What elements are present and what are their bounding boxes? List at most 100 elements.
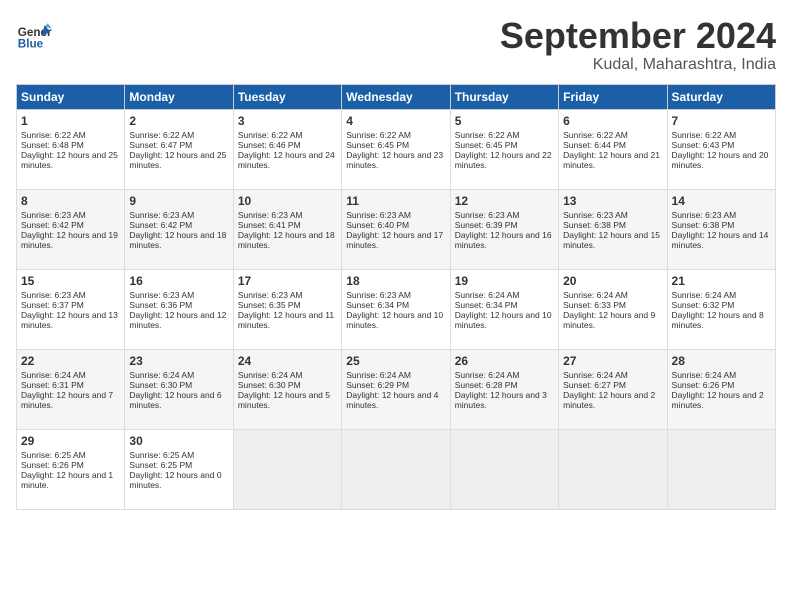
day-number: 27 (563, 354, 662, 368)
day-number: 21 (672, 274, 771, 288)
calendar-cell: 23Sunrise: 6:24 AMSunset: 6:30 PMDayligh… (125, 349, 233, 429)
sunset-text: Sunset: 6:30 PM (129, 380, 192, 390)
sunset-text: Sunset: 6:26 PM (21, 460, 84, 470)
sunset-text: Sunset: 6:44 PM (563, 140, 626, 150)
day-number: 10 (238, 194, 337, 208)
day-number: 4 (346, 114, 445, 128)
daylight-text: Daylight: 12 hours and 18 minutes. (129, 230, 226, 250)
sunset-text: Sunset: 6:36 PM (129, 300, 192, 310)
sunrise-text: Sunrise: 6:24 AM (455, 290, 520, 300)
daylight-text: Daylight: 12 hours and 5 minutes. (238, 390, 330, 410)
sunset-text: Sunset: 6:45 PM (455, 140, 518, 150)
sunrise-text: Sunrise: 6:22 AM (563, 130, 628, 140)
calendar-cell: 29Sunrise: 6:25 AMSunset: 6:26 PMDayligh… (17, 429, 125, 509)
daylight-text: Daylight: 12 hours and 25 minutes. (129, 150, 226, 170)
sunset-text: Sunset: 6:26 PM (672, 380, 735, 390)
col-sunday: Sunday (17, 84, 125, 109)
calendar-body: 1Sunrise: 6:22 AMSunset: 6:48 PMDaylight… (17, 109, 776, 509)
day-number: 5 (455, 114, 554, 128)
daylight-text: Daylight: 12 hours and 1 minute. (21, 470, 113, 490)
sunrise-text: Sunrise: 6:23 AM (129, 290, 194, 300)
calendar-cell: 13Sunrise: 6:23 AMSunset: 6:38 PMDayligh… (559, 189, 667, 269)
sunrise-text: Sunrise: 6:24 AM (455, 370, 520, 380)
calendar-cell (342, 429, 450, 509)
daylight-text: Daylight: 12 hours and 10 minutes. (455, 310, 552, 330)
calendar-cell: 4Sunrise: 6:22 AMSunset: 6:45 PMDaylight… (342, 109, 450, 189)
calendar-week-row: 22Sunrise: 6:24 AMSunset: 6:31 PMDayligh… (17, 349, 776, 429)
header-row: Sunday Monday Tuesday Wednesday Thursday… (17, 84, 776, 109)
sunset-text: Sunset: 6:37 PM (21, 300, 84, 310)
calendar-cell: 8Sunrise: 6:23 AMSunset: 6:42 PMDaylight… (17, 189, 125, 269)
calendar-cell: 1Sunrise: 6:22 AMSunset: 6:48 PMDaylight… (17, 109, 125, 189)
calendar-cell: 15Sunrise: 6:23 AMSunset: 6:37 PMDayligh… (17, 269, 125, 349)
sunset-text: Sunset: 6:34 PM (455, 300, 518, 310)
sunrise-text: Sunrise: 6:24 AM (672, 370, 737, 380)
calendar-cell: 12Sunrise: 6:23 AMSunset: 6:39 PMDayligh… (450, 189, 558, 269)
col-tuesday: Tuesday (233, 84, 341, 109)
daylight-text: Daylight: 12 hours and 2 minutes. (672, 390, 764, 410)
logo: General Blue (16, 16, 52, 52)
daylight-text: Daylight: 12 hours and 0 minutes. (129, 470, 221, 490)
calendar-cell: 28Sunrise: 6:24 AMSunset: 6:26 PMDayligh… (667, 349, 775, 429)
day-number: 9 (129, 194, 228, 208)
calendar-cell: 16Sunrise: 6:23 AMSunset: 6:36 PMDayligh… (125, 269, 233, 349)
header: General Blue September 2024 Kudal, Mahar… (16, 16, 776, 74)
daylight-text: Daylight: 12 hours and 4 minutes. (346, 390, 438, 410)
calendar-cell: 24 Sunrise: 6:24 AMSunset: 6:30 PMDayligh… (233, 349, 341, 429)
sunrise-text: Sunrise: 6:22 AM (129, 130, 194, 140)
sunrise-text: Sunrise: 6:23 AM (563, 210, 628, 220)
calendar-cell: 18Sunrise: 6:23 AMSunset: 6:34 PMDayligh… (342, 269, 450, 349)
day-number: 29 (21, 434, 120, 448)
calendar-cell: 27Sunrise: 6:24 AMSunset: 6:27 PMDayligh… (559, 349, 667, 429)
sunset-text: Sunset: 6:40 PM (346, 220, 409, 230)
sunrise-text: Sunrise: 6:22 AM (346, 130, 411, 140)
col-thursday: Thursday (450, 84, 558, 109)
day-number: 13 (563, 194, 662, 208)
day-number: 30 (129, 434, 228, 448)
calendar-cell: 7Sunrise: 6:22 AMSunset: 6:43 PMDaylight… (667, 109, 775, 189)
day-number: 19 (455, 274, 554, 288)
calendar-cell: 2Sunrise: 6:22 AMSunset: 6:47 PMDaylight… (125, 109, 233, 189)
day-number: 6 (563, 114, 662, 128)
sunset-text: Sunset: 6:39 PM (455, 220, 518, 230)
calendar-cell: 21Sunrise: 6:24 AMSunset: 6:32 PMDayligh… (667, 269, 775, 349)
sunrise-text: Sunrise: 6:23 AM (346, 210, 411, 220)
day-number: 18 (346, 274, 445, 288)
sunrise-text: Sunrise: 6:23 AM (672, 210, 737, 220)
sunrise-text: Sunrise: 6:24 AM (672, 290, 737, 300)
sunset-text: Sunset: 6:45 PM (346, 140, 409, 150)
calendar-cell: 19 Sunrise: 6:24 AMSunset: 6:34 PMDayligh… (450, 269, 558, 349)
page: General Blue September 2024 Kudal, Mahar… (0, 0, 792, 612)
day-number: 26 (455, 354, 554, 368)
day-number: 25 (346, 354, 445, 368)
calendar-cell: 26Sunrise: 6:24 AMSunset: 6:28 PMDayligh… (450, 349, 558, 429)
calendar-table: Sunday Monday Tuesday Wednesday Thursday… (16, 84, 776, 510)
calendar-cell: 6 Sunrise: 6:22 AMSunset: 6:44 PMDaylight… (559, 109, 667, 189)
daylight-text: Daylight: 12 hours and 3 minutes. (455, 390, 547, 410)
daylight-text: Daylight: 12 hours and 16 minutes. (455, 230, 552, 250)
daylight-text: Daylight: 12 hours and 12 minutes. (129, 310, 226, 330)
daylight-text: Daylight: 12 hours and 7 minutes. (21, 390, 113, 410)
sunset-text: Sunset: 6:27 PM (563, 380, 626, 390)
location-subtitle: Kudal, Maharashtra, India (500, 56, 776, 74)
day-number: 24 (238, 354, 337, 368)
calendar-week-row: 29Sunrise: 6:25 AMSunset: 6:26 PMDayligh… (17, 429, 776, 509)
logo-icon: General Blue (16, 16, 52, 52)
sunrise-text: Sunrise: 6:24 AM (238, 370, 303, 380)
sunrise-text: Sunrise: 6:25 AM (129, 450, 194, 460)
sunset-text: Sunset: 6:43 PM (672, 140, 735, 150)
sunrise-text: Sunrise: 6:22 AM (21, 130, 86, 140)
sunset-text: Sunset: 6:30 PM (238, 380, 301, 390)
day-number: 12 (455, 194, 554, 208)
daylight-text: Daylight: 12 hours and 21 minutes. (563, 150, 660, 170)
daylight-text: Daylight: 12 hours and 2 minutes. (563, 390, 655, 410)
daylight-text: Daylight: 12 hours and 6 minutes. (129, 390, 221, 410)
sunrise-text: Sunrise: 6:24 AM (21, 370, 86, 380)
calendar-cell (559, 429, 667, 509)
title-block: September 2024 Kudal, Maharashtra, India (500, 16, 776, 74)
calendar-cell: 9Sunrise: 6:23 AMSunset: 6:42 PMDaylight… (125, 189, 233, 269)
daylight-text: Daylight: 12 hours and 18 minutes. (238, 230, 335, 250)
daylight-text: Daylight: 12 hours and 9 minutes. (563, 310, 655, 330)
sunset-text: Sunset: 6:35 PM (238, 300, 301, 310)
day-number: 11 (346, 194, 445, 208)
